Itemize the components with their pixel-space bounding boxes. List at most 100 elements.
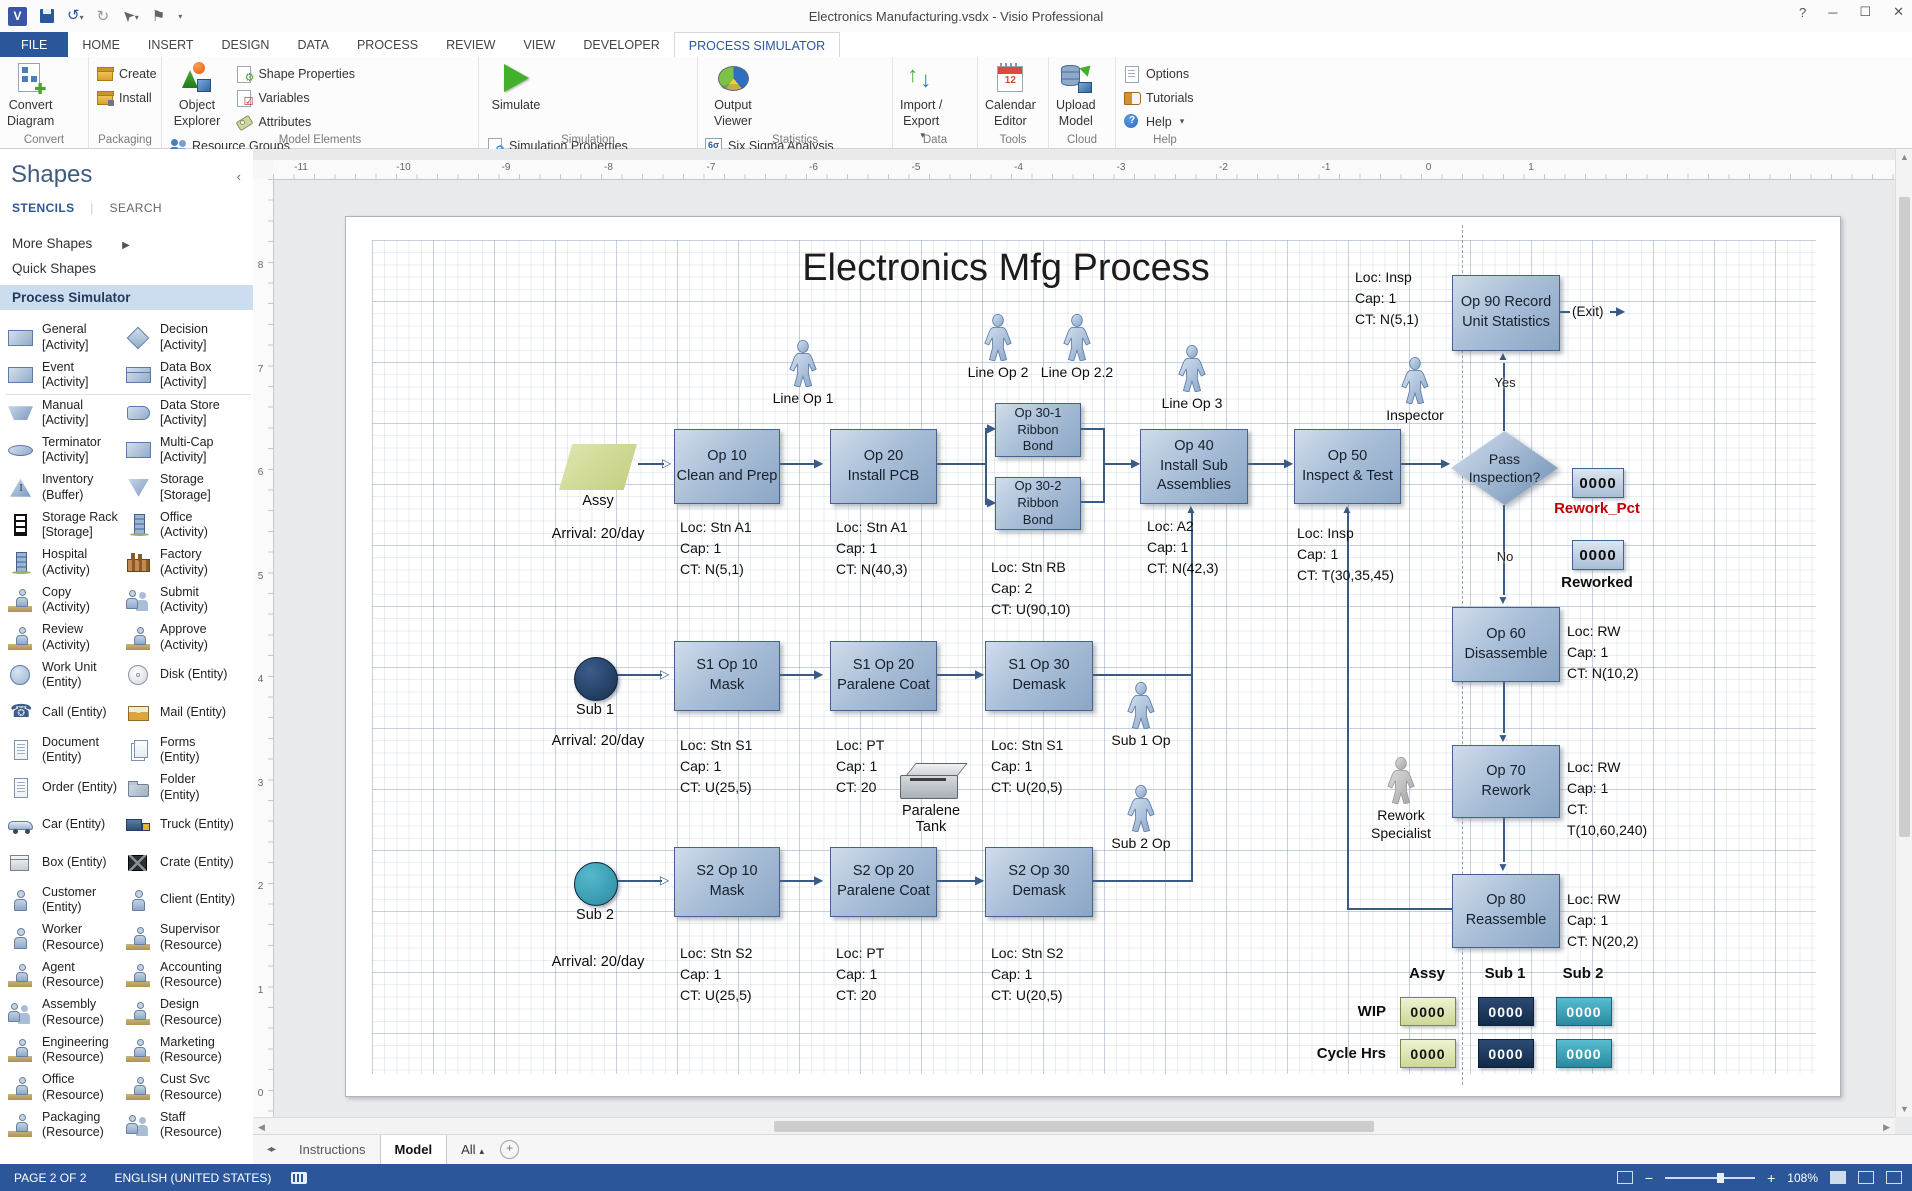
horizontal-scrollbar[interactable]: ◀ ▶ — [253, 1117, 1895, 1135]
all-pages-dropdown[interactable]: All — [461, 1142, 484, 1157]
sub2-entity-shape[interactable] — [574, 862, 618, 906]
stencil-item-marketing[interactable]: Marketing(Resource) — [124, 1032, 251, 1070]
op90-info[interactable]: Loc: Insp Cap: 1 CT: N(5,1) — [1355, 267, 1419, 330]
tab-home[interactable]: HOME — [68, 32, 134, 57]
stencil-item-worker[interactable]: Worker(Resource) — [6, 919, 124, 957]
attach-button[interactable]: ⚑ — [152, 9, 165, 24]
op30-2-box[interactable]: Op 30-2 Ribbon Bond — [995, 477, 1081, 530]
object-explorer-button[interactable]: Object Explorer — [166, 59, 228, 131]
stencil-item-work-unit[interactable]: Work Unit(Entity) — [6, 657, 124, 695]
scroll-left-icon[interactable]: ◀ — [258, 1122, 265, 1133]
sub2-op-resource[interactable]: Sub 2 Op — [1096, 785, 1186, 852]
line-op3-resource[interactable]: Line Op 3 — [1147, 345, 1237, 412]
rework-pct-label[interactable]: Rework_Pct — [1538, 500, 1656, 517]
stencil-item-engineering[interactable]: Engineering(Resource) — [6, 1032, 124, 1070]
stencils-tab[interactable]: STENCILS — [12, 201, 75, 215]
import-export-button[interactable]: Import / Export — [897, 59, 945, 131]
language-indicator[interactable]: ENGLISH (UNITED STATES) — [100, 1171, 285, 1185]
wip-sub1-counter[interactable]: 0000 — [1478, 997, 1534, 1026]
sub1-arrival-label[interactable]: Arrival: 20/day — [524, 733, 672, 749]
vertical-scrollbar[interactable]: ▲ ▼ — [1895, 149, 1912, 1117]
fit-page-icon[interactable] — [1886, 1171, 1902, 1184]
stencil-item-submit[interactable]: Submit(Activity) — [124, 582, 251, 620]
tab-process[interactable]: PROCESS — [343, 32, 432, 57]
options-button[interactable]: Options — [1123, 65, 1193, 82]
page-width-view-icon[interactable] — [1858, 1171, 1874, 1184]
assy-entity-shape[interactable] — [559, 444, 637, 490]
op60-info[interactable]: Loc: RW Cap: 1 CT: N(10,2) — [1567, 621, 1639, 684]
stencil-item-office[interactable]: Office(Resource) — [6, 1069, 124, 1107]
drawing-page[interactable]: Electronics Mfg Process ▷ ▶ ▶ ▶ ▶ ▶ ▶ — [345, 216, 1841, 1097]
s1op10-info[interactable]: Loc: Stn S1 Cap: 1 CT: U(25,5) — [680, 735, 752, 798]
stencil-item-data-store[interactable]: Data Store[Activity] — [124, 394, 251, 432]
touch-mode-button[interactable]: ➤▾ — [122, 7, 139, 25]
undo-button[interactable]: ↺▾ — [67, 7, 84, 25]
save-button[interactable] — [40, 9, 54, 23]
s2op20-box[interactable]: S2 Op 20 Paralene Coat — [830, 847, 937, 917]
stencil-item-supervisor[interactable]: Supervisor(Resource) — [124, 919, 251, 957]
scroll-up-icon[interactable]: ▲ — [1900, 152, 1909, 162]
op20-info[interactable]: Loc: Stn A1 Cap: 1 CT: N(40,3) — [836, 517, 908, 580]
zoom-level[interactable]: 108% — [1787, 1171, 1818, 1185]
op20-box[interactable]: Op 20 Install PCB — [830, 429, 937, 504]
stencil-item-customer[interactable]: Customer(Entity) — [6, 882, 124, 920]
stencil-item-manual[interactable]: Manual[Activity] — [6, 394, 124, 432]
stencil-item-packaging[interactable]: Packaging(Resource) — [6, 1107, 124, 1145]
op10-info[interactable]: Loc: Stn A1 Cap: 1 CT: N(5,1) — [680, 517, 752, 580]
stencil-item-staff[interactable]: Staff(Resource) — [124, 1107, 251, 1145]
whole-page-view-icon[interactable] — [1830, 1171, 1846, 1184]
collapse-panel-icon[interactable]: ‹ — [237, 169, 241, 184]
install-button[interactable]: Install — [96, 89, 157, 106]
stencil-item-inventory[interactable]: Inventory(Buffer) — [6, 469, 124, 507]
stencil-item-general[interactable]: General[Activity] — [6, 319, 124, 357]
stencil-item-terminator[interactable]: Terminator[Activity] — [6, 432, 124, 470]
stencil-item-call-entity[interactable]: Call (Entity) — [6, 694, 124, 732]
s2op30-info[interactable]: Loc: Stn S2 Cap: 1 CT: U(20,5) — [991, 943, 1063, 1006]
search-tab[interactable]: SEARCH — [110, 201, 162, 215]
wip-sub2-counter[interactable]: 0000 — [1556, 997, 1612, 1026]
op40-info[interactable]: Loc: A2 Cap: 1 CT: N(42,3) — [1147, 516, 1219, 579]
sub2-arrival-label[interactable]: Arrival: 20/day — [524, 954, 672, 970]
paralene-tank-shape[interactable] — [896, 763, 966, 801]
op50-info[interactable]: Loc: Insp Cap: 1 CT: T(30,35,45) — [1297, 523, 1394, 586]
scroll-down-icon[interactable]: ▼ — [1900, 1104, 1909, 1114]
help-button[interactable]: ? — [1799, 5, 1806, 20]
stencil-item-event[interactable]: Event[Activity] — [6, 357, 124, 395]
s2op10-info[interactable]: Loc: Stn S2 Cap: 1 CT: U(25,5) — [680, 943, 752, 1006]
horizontal-scroll-thumb[interactable] — [774, 1121, 1374, 1132]
upload-model-button[interactable]: Upload Model — [1053, 59, 1099, 131]
stencil-item-cust-svc[interactable]: Cust Svc(Resource) — [124, 1069, 251, 1107]
page-tab-model[interactable]: Model — [380, 1135, 448, 1164]
calendar-editor-button[interactable]: Calendar Editor — [982, 59, 1039, 131]
op10-box[interactable]: Op 10 Clean and Prep — [674, 429, 780, 504]
output-viewer-button[interactable]: Output Viewer — [702, 59, 764, 131]
attributes-button[interactable]: Attributes — [235, 113, 355, 130]
more-shapes-item[interactable]: More Shapes ▶ — [12, 236, 245, 251]
page-tab-instructions[interactable]: Instructions — [285, 1135, 379, 1164]
simulate-button[interactable]: Simulate — [483, 59, 549, 131]
insert-page-button[interactable]: + — [500, 1140, 519, 1159]
stencil-item-folder[interactable]: Folder(Entity) — [124, 769, 251, 807]
stencil-item-mail-entity[interactable]: Mail (Entity) — [124, 694, 251, 732]
convert-diagram-button[interactable]: Convert Diagram — [4, 59, 57, 131]
tutorials-button[interactable]: Tutorials — [1123, 89, 1193, 106]
cyclehrs-assy-counter[interactable]: 0000 — [1400, 1039, 1456, 1068]
presentation-mode-icon[interactable] — [1617, 1171, 1633, 1184]
s1op10-box[interactable]: S1 Op 10 Mask — [674, 641, 780, 711]
line-op1-resource[interactable]: Line Op 1 — [758, 340, 848, 407]
s2op30-box[interactable]: S2 Op 30 Demask — [985, 847, 1093, 917]
op80-info[interactable]: Loc: RW Cap: 1 CT: N(20,2) — [1567, 889, 1639, 952]
sub1-entity-shape[interactable] — [574, 657, 618, 701]
stencil-item-truck-entity[interactable]: Truck (Entity) — [124, 807, 251, 845]
tab-file[interactable]: FILE — [0, 32, 68, 57]
stencil-item-disk-entity[interactable]: Disk (Entity) — [124, 657, 251, 695]
inspector-resource[interactable]: Inspector — [1370, 357, 1460, 424]
op30-info[interactable]: Loc: Stn RB Cap: 2 CT: U(90,10) — [991, 557, 1070, 620]
maximize-button[interactable]: ☐ — [1859, 4, 1871, 20]
vertical-scroll-thumb[interactable] — [1899, 197, 1910, 837]
cyclehrs-sub2-counter[interactable]: 0000 — [1556, 1039, 1612, 1068]
tab-review[interactable]: REVIEW — [432, 32, 509, 57]
reworked-counter[interactable]: 0000 — [1572, 540, 1624, 570]
variables-button[interactable]: Variables — [235, 89, 355, 106]
s2op20-info[interactable]: Loc: PT Cap: 1 CT: 20 — [836, 943, 884, 1006]
